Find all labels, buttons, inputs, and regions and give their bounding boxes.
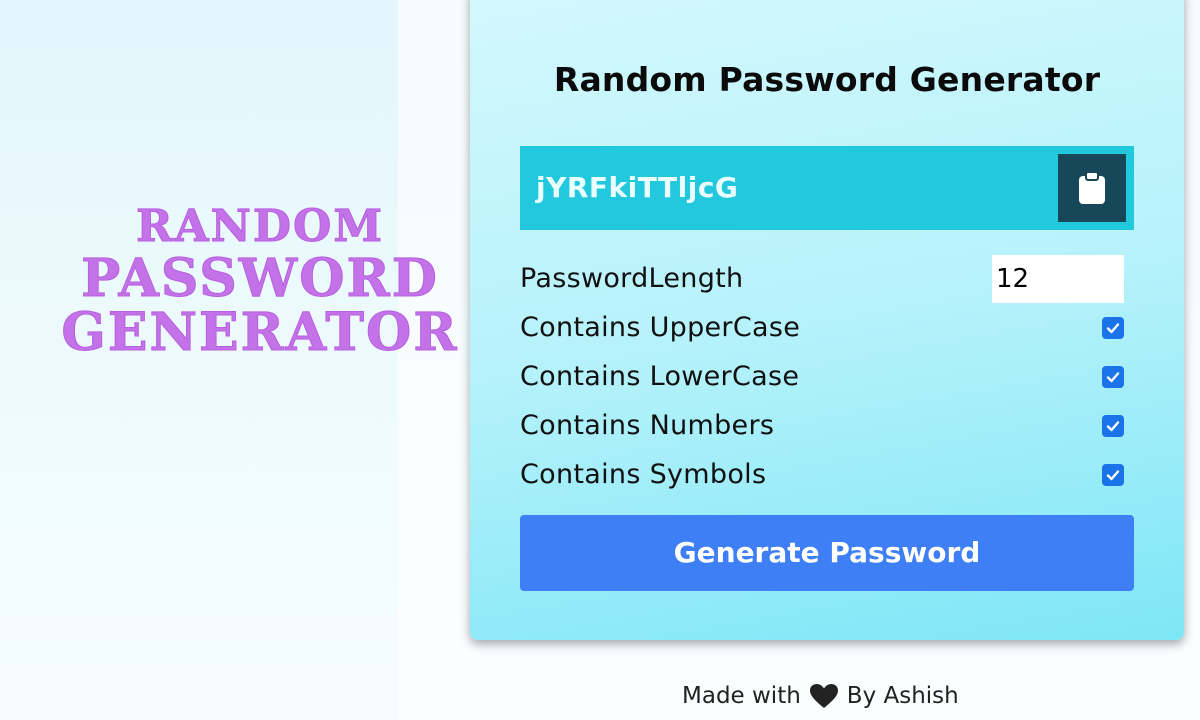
numbers-label: Contains Numbers <box>520 410 775 441</box>
setting-numbers: Contains Numbers <box>520 401 1134 450</box>
clipboard-icon <box>1079 171 1105 204</box>
symbols-checkbox[interactable] <box>1102 463 1124 486</box>
password-generator-card: Random Password Generator jYRFkiTTljcG P… <box>470 0 1184 640</box>
footer-author: By Ashish <box>846 683 959 709</box>
promo-title-line-3: GENERATOR <box>61 302 459 363</box>
promo-title-line-1: RANDOM <box>135 201 385 252</box>
checkmark-icon <box>1106 371 1120 382</box>
setting-uppercase: Contains UpperCase <box>520 303 1134 352</box>
setting-symbols: Contains Symbols <box>520 450 1134 499</box>
heart-icon <box>809 683 839 709</box>
uppercase-checkbox[interactable] <box>1102 316 1124 339</box>
checkmark-icon <box>1106 469 1120 480</box>
copy-to-clipboard-button[interactable] <box>1058 154 1126 222</box>
lowercase-checkbox[interactable] <box>1102 365 1124 388</box>
checkmark-icon <box>1106 420 1120 431</box>
lowercase-label: Contains LowerCase <box>520 361 800 392</box>
footer-made-with: Made with <box>682 683 801 709</box>
generate-password-button[interactable]: Generate Password <box>520 515 1134 591</box>
symbols-label: Contains Symbols <box>520 459 767 490</box>
setting-password-length: PasswordLength <box>520 254 1134 303</box>
footer-credit: Made with By Ashish <box>682 678 959 714</box>
promo-title-line-2: PASSWORD <box>81 248 439 309</box>
settings-list: PasswordLength Contains UpperCase Contai… <box>520 254 1134 499</box>
card-title: Random Password Generator <box>553 60 1101 99</box>
generated-password: jYRFkiTTljcG <box>536 171 739 204</box>
password-length-label: PasswordLength <box>520 263 744 294</box>
password-result-box: jYRFkiTTljcG <box>520 146 1134 230</box>
setting-lowercase: Contains LowerCase <box>520 352 1134 401</box>
numbers-checkbox[interactable] <box>1102 414 1124 437</box>
promo-title: RANDOM PASSWORD GENERATOR <box>40 201 480 363</box>
checkmark-icon <box>1106 322 1120 333</box>
uppercase-label: Contains UpperCase <box>520 312 801 343</box>
password-length-input[interactable] <box>992 254 1124 303</box>
